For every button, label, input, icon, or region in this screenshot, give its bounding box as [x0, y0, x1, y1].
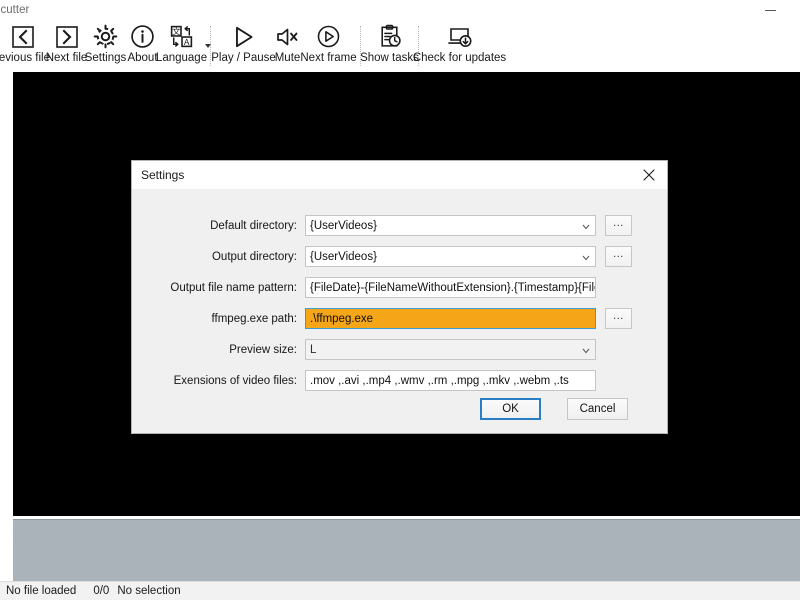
chevron-down-icon[interactable]	[205, 44, 211, 48]
toolbar-button-next-file[interactable]: Next file	[46, 22, 87, 64]
close-icon[interactable]	[631, 161, 667, 189]
toolbar-label-settings: Settings	[84, 52, 127, 64]
dialog-title-bar: Settings	[132, 161, 667, 189]
ok-button[interactable]: OK	[480, 398, 541, 420]
toolbar-button-previous-file[interactable]: revious file	[0, 22, 50, 64]
play-icon	[224, 23, 264, 50]
toolbar-button-play-pause[interactable]: Play / Pause	[211, 22, 276, 64]
toolbar-label-check-updates: Check for updates	[412, 52, 507, 64]
input-default-directory[interactable]: {UserVideos}	[305, 215, 596, 236]
label-video-extensions: Exensions of video files:	[173, 374, 297, 387]
input-output-file-name-pattern[interactable]: {FileDate}-{FileNameWithoutExtension}.{T…	[305, 277, 596, 298]
row-video-extensions: Exensions of video files: .mov ,.avi ,.m…	[132, 370, 667, 391]
svg-text:文: 文	[172, 26, 181, 36]
input-video-extensions[interactable]: .mov ,.avi ,.mp4 ,.wmv ,.rm ,.mpg ,.mkv …	[305, 370, 596, 391]
value-output-file-name-pattern: {FileDate}-{FileNameWithoutExtension}.{T…	[310, 281, 595, 294]
check-updates-icon	[440, 23, 480, 50]
chevron-down-icon[interactable]	[582, 348, 590, 355]
label-output-file-name-pattern: Output file name pattern:	[170, 281, 297, 294]
value-preview-size: L	[310, 343, 317, 356]
dialog-footer: OK Cancel	[132, 389, 667, 433]
label-ffmpeg-path: ffmpeg.exe path:	[211, 312, 297, 325]
chevron-down-icon[interactable]	[582, 255, 590, 262]
browse-button-ffmpeg-path[interactable]: ...	[605, 308, 632, 329]
show-tasks-icon	[370, 23, 410, 50]
info-icon	[123, 23, 163, 50]
browse-button-default-directory[interactable]: ...	[605, 215, 632, 236]
toolbar-label-about: About	[127, 52, 158, 64]
value-video-extensions: .mov ,.avi ,.mp4 ,.wmv ,.rm ,.mpg ,.mkv …	[310, 374, 569, 387]
toolbar-button-next-frame[interactable]: Next frame	[300, 22, 357, 64]
toolbar-label-language: Language	[155, 52, 208, 64]
row-preview-size: Preview size: L	[132, 339, 667, 360]
title-bar: leo cutter	[0, 0, 800, 22]
row-output-file-name-pattern: Output file name pattern: {FileDate}-{Fi…	[132, 277, 667, 298]
window-title: leo cutter	[0, 4, 30, 16]
main-toolbar: revious file Next file Settings About 文 …	[0, 22, 800, 72]
label-default-directory: Default directory:	[210, 219, 297, 232]
minimize-icon[interactable]	[765, 10, 776, 11]
language-icon: 文 A	[162, 23, 202, 50]
toolbar-button-language[interactable]: 文 A Language	[156, 22, 207, 64]
gear-icon	[86, 23, 126, 50]
label-preview-size: Preview size:	[229, 343, 297, 356]
toolbar-label-next-file: Next file	[45, 52, 88, 64]
application-window: leo cutter revious file	[0, 0, 800, 600]
next-file-icon	[47, 23, 87, 50]
status-selection: No selection	[117, 585, 181, 597]
toolbar-label-show-tasks: Show tasks	[360, 52, 419, 64]
next-frame-icon	[309, 23, 349, 50]
toolbar-label-previous-file: revious file	[0, 52, 50, 64]
status-bar: No file loaded 0/0 No selection	[0, 581, 800, 600]
status-counter: 0/0	[93, 585, 110, 597]
toolbar-button-settings[interactable]: Settings	[85, 22, 126, 64]
browse-button-output-directory[interactable]: ...	[605, 246, 632, 267]
row-default-directory: Default directory: {UserVideos} ...	[132, 215, 667, 236]
value-ffmpeg-path: .\ffmpeg.exe	[310, 312, 374, 325]
value-output-directory: {UserVideos}	[310, 250, 377, 263]
input-ffmpeg-path[interactable]: .\ffmpeg.exe	[305, 308, 596, 329]
toolbar-button-mute[interactable]: Mute	[275, 22, 300, 64]
dialog-body: Default directory: {UserVideos} ... Outp…	[132, 189, 667, 433]
toolbar-label-mute: Mute	[274, 52, 301, 64]
toolbar-button-check-updates[interactable]: Check for updates	[413, 22, 506, 64]
settings-dialog: Settings Default directory: {UserVideos}…	[131, 160, 668, 434]
row-output-directory: Output directory: {UserVideos} ...	[132, 246, 667, 267]
input-output-directory[interactable]: {UserVideos}	[305, 246, 596, 267]
chevron-down-icon[interactable]	[582, 224, 590, 231]
toolbar-button-about[interactable]: About	[127, 22, 158, 64]
toolbar-label-next-frame: Next frame	[300, 52, 357, 64]
svg-text:A: A	[184, 37, 190, 47]
input-preview-size[interactable]: L	[305, 339, 596, 360]
toolbar-label-play-pause: Play / Pause	[211, 52, 276, 64]
dialog-title: Settings	[141, 168, 185, 182]
toolbar-button-show-tasks[interactable]: Show tasks	[360, 22, 419, 64]
cancel-button[interactable]: Cancel	[567, 398, 628, 420]
timeline-seekbar[interactable]	[13, 519, 800, 581]
value-default-directory: {UserVideos}	[310, 219, 377, 232]
label-output-directory: Output directory:	[211, 250, 297, 263]
status-file-loaded: No file loaded	[6, 585, 77, 597]
mute-icon	[268, 23, 308, 50]
row-ffmpeg-path: ffmpeg.exe path: .\ffmpeg.exe ...	[132, 308, 667, 329]
previous-file-icon	[3, 23, 43, 50]
